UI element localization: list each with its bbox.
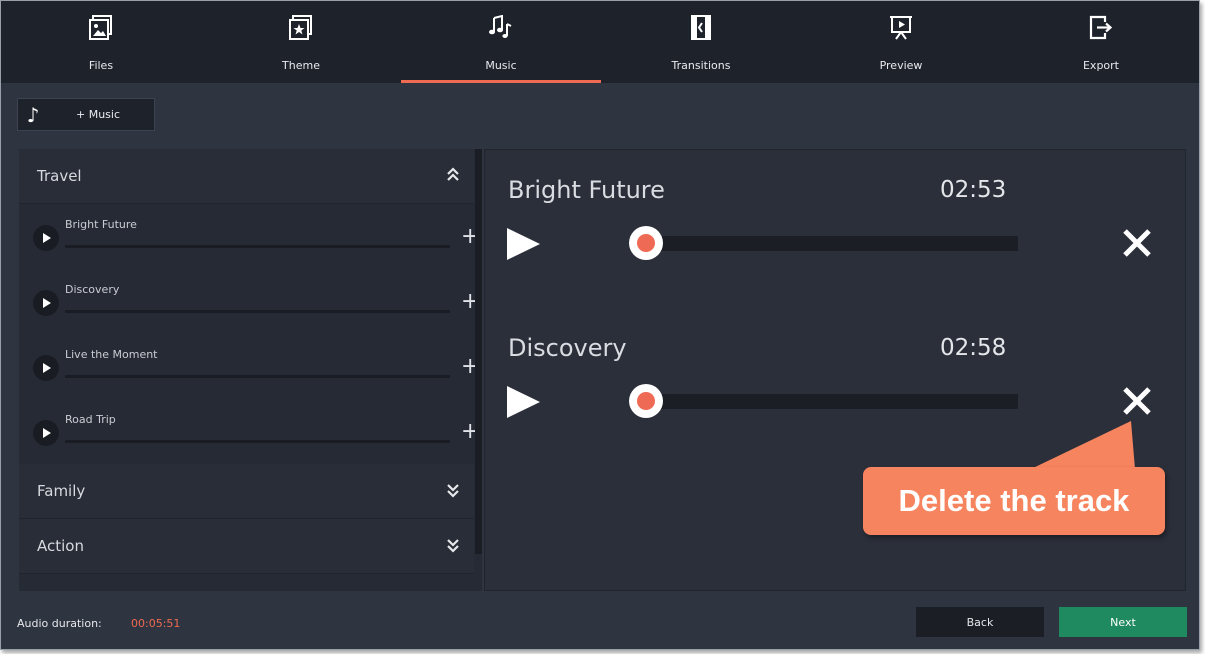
back-button[interactable]: Back: [916, 607, 1044, 637]
category-label: Travel: [37, 167, 82, 185]
track-progress-line: [65, 310, 450, 313]
tab-preview-label: Preview: [879, 59, 923, 72]
track-progress-line: [65, 440, 450, 443]
tab-files-label: Files: [88, 59, 114, 72]
selected-track-title: Bright Future: [508, 176, 665, 204]
category-family-header[interactable]: Family: [19, 464, 474, 519]
top-navigation: Files Theme Music Transitions Preview Ex…: [1, 1, 1199, 83]
music-icon: [489, 15, 512, 38]
track-progress-line: [65, 375, 450, 378]
selected-track-duration: 02:58: [940, 335, 1007, 361]
callout-text: Delete the track: [898, 483, 1130, 518]
category-action-header[interactable]: Action: [19, 519, 474, 574]
tab-export[interactable]: Export: [1001, 1, 1199, 83]
play-icon[interactable]: [33, 355, 59, 381]
tab-transitions-label: Transitions: [671, 59, 731, 72]
audio-duration-label: Audio duration:: [17, 617, 102, 630]
close-icon[interactable]: [1120, 384, 1154, 418]
play-icon[interactable]: [33, 225, 59, 251]
library-track-name: Live the Moment: [65, 348, 158, 361]
category-label: Action: [37, 537, 84, 555]
export-icon: [1089, 15, 1113, 40]
seek-knob[interactable]: [629, 226, 663, 260]
tab-preview[interactable]: Preview: [801, 1, 1001, 83]
selected-track-duration: 02:53: [940, 177, 1007, 203]
library-scrollbar[interactable]: [475, 149, 482, 554]
play-icon[interactable]: [507, 386, 540, 418]
preview-icon: [890, 16, 912, 40]
seek-knob[interactable]: [629, 384, 663, 418]
transitions-icon: [691, 15, 711, 40]
selected-track-title: Discovery: [508, 334, 627, 362]
tab-music[interactable]: Music: [401, 1, 601, 83]
library-track-road-trip: Road Trip +: [19, 399, 479, 464]
chevron-double-down-icon[interactable]: [446, 482, 460, 498]
delete-track-callout: Delete the track: [863, 467, 1165, 535]
tab-theme[interactable]: Theme: [201, 1, 401, 83]
library-track-bright-future: Bright Future +: [19, 204, 479, 269]
add-music-label: + Music: [76, 108, 121, 121]
music-library: Travel Bright Future + Discovery + Live …: [19, 149, 482, 591]
library-track-discovery: Discovery +: [19, 269, 479, 334]
chevron-double-up-icon[interactable]: [446, 167, 460, 183]
app-window: Files Theme Music Transitions Preview Ex…: [0, 0, 1200, 650]
close-icon[interactable]: [1120, 226, 1154, 260]
tab-music-label: Music: [485, 59, 517, 72]
chevron-double-down-icon[interactable]: [446, 537, 460, 553]
add-music-button[interactable]: ♪ + Music: [17, 98, 155, 131]
play-icon[interactable]: [33, 420, 59, 446]
track-seek-bar[interactable]: [632, 394, 1018, 409]
category-travel-header[interactable]: Travel: [19, 149, 474, 204]
category-label: Family: [37, 482, 86, 500]
tab-theme-label: Theme: [282, 59, 320, 72]
next-button[interactable]: Next: [1059, 607, 1187, 637]
tab-files[interactable]: Files: [1, 1, 201, 83]
library-track-name: Road Trip: [65, 413, 116, 426]
tab-transitions[interactable]: Transitions: [601, 1, 801, 83]
play-icon[interactable]: [33, 290, 59, 316]
theme-icon: [289, 15, 312, 40]
library-track-name: Bright Future: [65, 218, 137, 231]
track-seek-bar[interactable]: [632, 236, 1018, 251]
play-icon[interactable]: [507, 228, 540, 260]
library-track-name: Discovery: [65, 283, 120, 296]
music-note-icon: ♪: [26, 102, 40, 127]
track-progress-line: [65, 245, 450, 248]
library-track-live-the-moment: Live the Moment +: [19, 334, 479, 399]
files-icon: [89, 15, 112, 40]
tab-export-label: Export: [1082, 59, 1119, 72]
callout-pointer: [1031, 421, 1135, 469]
audio-duration-value: 00:05:51: [131, 617, 181, 630]
